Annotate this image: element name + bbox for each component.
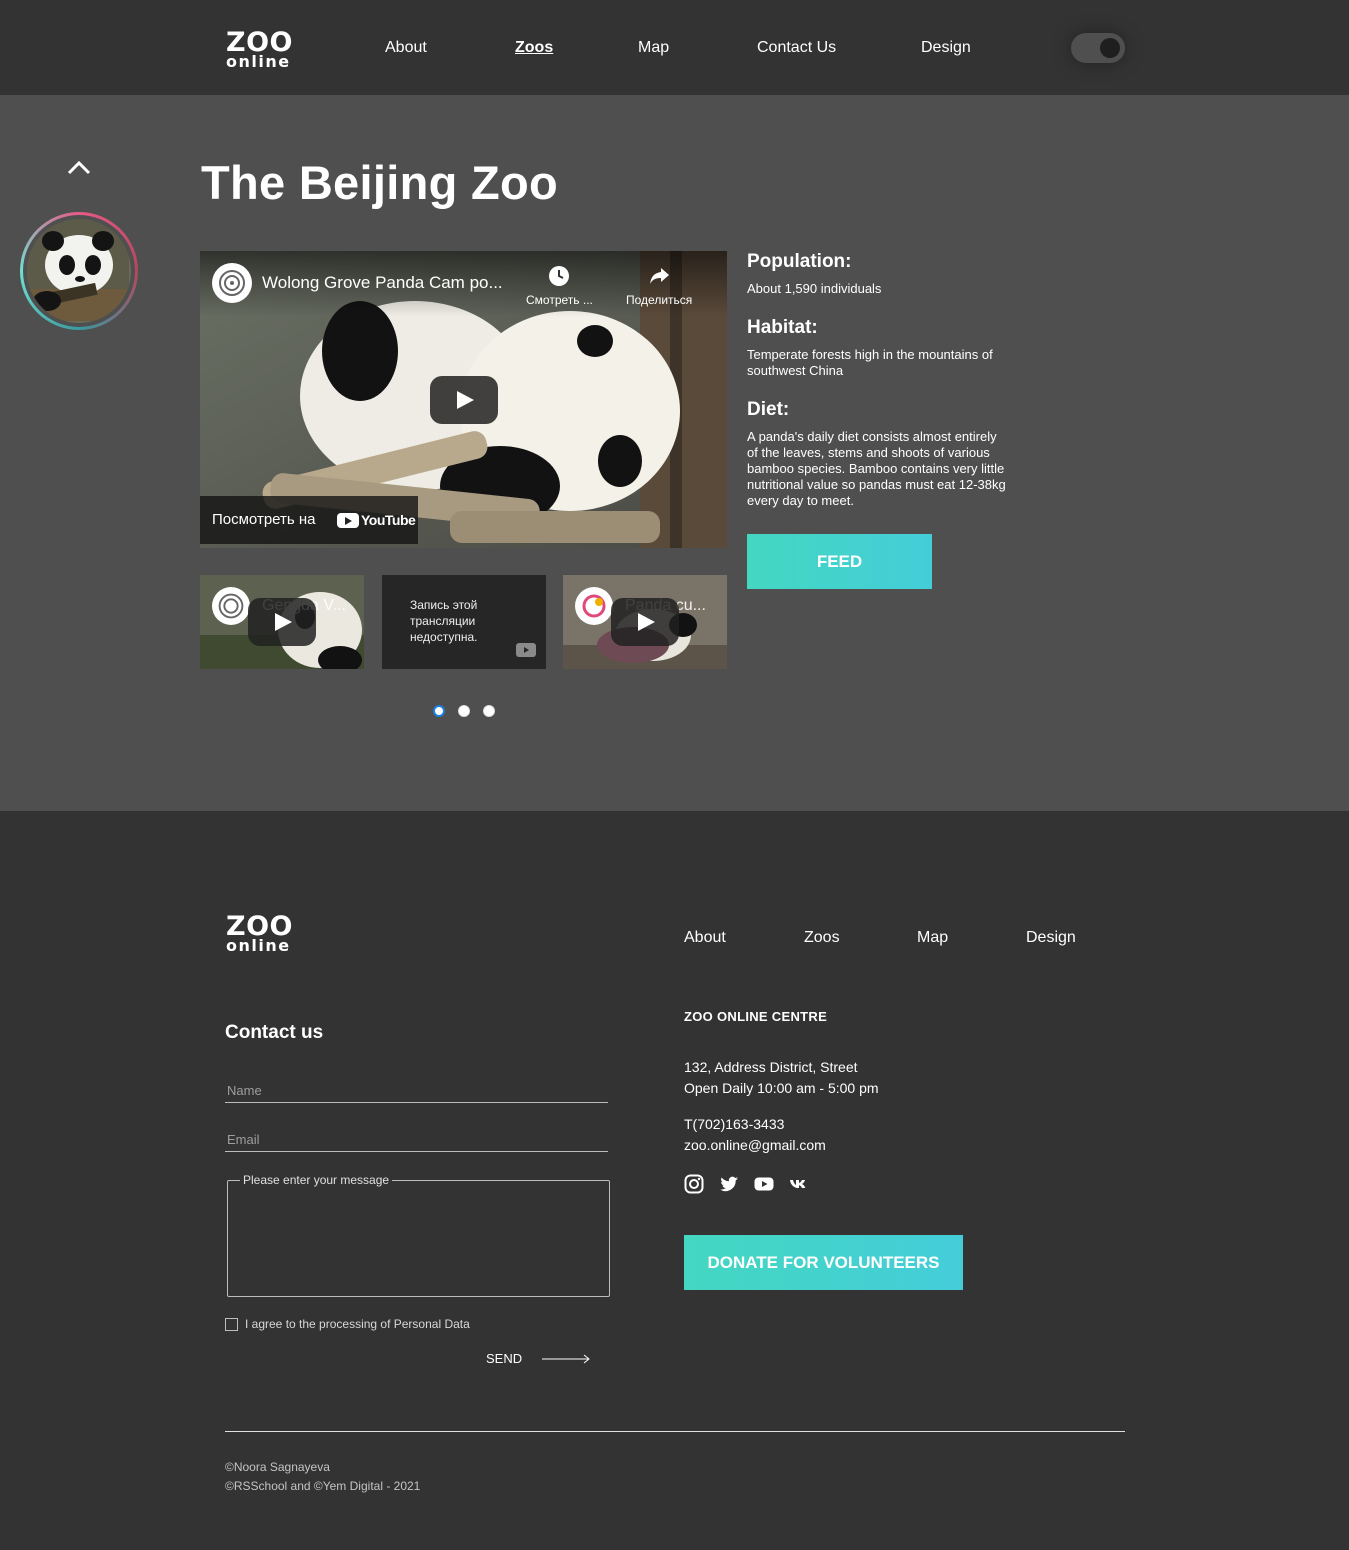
footer-divider <box>225 1431 1125 1432</box>
watch-on-youtube[interactable]: Посмотреть на YouTube <box>200 496 418 544</box>
youtube-small-icon <box>516 643 536 657</box>
copyright-author: ©Noora Sagnayeva <box>225 1460 330 1474</box>
footer-nav-about[interactable]: About <box>684 929 726 947</box>
agree-row: I agree to the processing of Personal Da… <box>225 1317 470 1331</box>
nav-design[interactable]: Design <box>921 39 971 57</box>
thumb-channel-avatar <box>575 587 613 625</box>
social-links <box>684 1174 809 1194</box>
send-label: SEND <box>486 1351 523 1366</box>
channel-avatar[interactable] <box>212 263 252 303</box>
share-label: Поделиться <box>626 293 693 307</box>
phone-text[interactable]: T(702)163-3433 <box>684 1114 784 1135</box>
panda-avatar-image <box>27 219 131 323</box>
thumb-channel-avatar <box>212 587 250 625</box>
video-thumb-3[interactable]: Panda cu... <box>563 575 727 669</box>
centre-title: ZOO ONLINE CENTRE <box>684 1009 828 1024</box>
scroll-up-icon[interactable] <box>67 157 91 177</box>
carousel-dot-1[interactable] <box>433 705 445 717</box>
address-text: 132, Address District, Street <box>684 1059 858 1075</box>
population-label: Population: <box>747 251 852 272</box>
feed-button[interactable]: FEED <box>747 534 932 589</box>
youtube-logo-icon: YouTube <box>337 512 416 528</box>
page-title: The Beijing Zoo <box>201 156 558 209</box>
watch-later-button[interactable]: Смотреть ... <box>526 265 593 307</box>
footer-nav-design[interactable]: Design <box>1026 929 1076 947</box>
message-textarea[interactable]: Please enter your message <box>227 1173 610 1297</box>
watch-on-label: Посмотреть на <box>212 511 316 528</box>
message-label: Please enter your message <box>240 1173 393 1187</box>
video-thumb-1[interactable]: Gengda V... <box>200 575 364 669</box>
video-title[interactable]: Wolong Grove Panda Cam po... <box>262 273 503 293</box>
carousel-dots <box>433 705 495 717</box>
play-button[interactable] <box>430 376 498 424</box>
copyright-school: ©RSSchool and ©Yem Digital - 2021 <box>225 1479 421 1493</box>
unavailable-message: Запись этой трансляции недоступна. <box>410 598 478 644</box>
video-thumb-2[interactable]: Запись этой трансляции недоступна. <box>382 575 546 669</box>
carousel-dot-2[interactable] <box>458 705 470 717</box>
instagram-icon[interactable] <box>684 1174 704 1194</box>
diet-label: Diet: <box>747 399 790 420</box>
email-field[interactable]: Email <box>225 1132 608 1152</box>
main-video-player[interactable]: Wolong Grove Panda Cam po... Смотреть ..… <box>200 251 727 548</box>
email-link[interactable]: zoo.online@gmail.com <box>684 1135 826 1156</box>
twitter-icon[interactable] <box>719 1174 739 1194</box>
site-header: ZOO online About Zoos Map Contact Us Des… <box>0 0 1349 95</box>
hours-text: Open Daily 10:00 am - 5:00 pm <box>684 1080 879 1096</box>
youtube-icon[interactable] <box>754 1174 774 1194</box>
contact-title: Contact us <box>225 1022 324 1043</box>
agree-label: I agree to the processing of Personal Da… <box>245 1317 470 1331</box>
arrow-right-icon <box>542 1354 590 1363</box>
habitat-label: Habitat: <box>747 317 818 338</box>
vk-icon[interactable] <box>789 1174 809 1194</box>
agree-checkbox[interactable] <box>225 1317 238 1331</box>
carousel-dot-3[interactable] <box>483 705 495 717</box>
population-value: About 1,590 individuals <box>747 281 882 296</box>
share-button[interactable]: Поделиться <box>626 265 692 307</box>
toggle-knob <box>1100 38 1120 58</box>
name-field[interactable]: Name <box>225 1083 608 1103</box>
header-logo[interactable]: ZOO online <box>226 29 293 70</box>
footer-nav-zoos[interactable]: Zoos <box>804 929 840 947</box>
diet-value: A panda's daily diet consists almost ent… <box>747 429 1006 508</box>
share-icon <box>650 268 670 284</box>
animal-avatar[interactable] <box>20 212 138 330</box>
theme-toggle[interactable] <box>1071 33 1125 63</box>
footer-logo[interactable]: ZOO online <box>226 913 293 954</box>
thumb-play-button[interactable] <box>611 598 679 646</box>
logo-line2: online <box>226 936 291 955</box>
logo-line2: online <box>226 52 291 71</box>
thumb-play-button[interactable] <box>248 598 316 646</box>
nav-about[interactable]: About <box>385 39 427 57</box>
nav-zoos[interactable]: Zoos <box>515 39 553 57</box>
donate-button[interactable]: DONATE FOR VOLUNTEERS <box>684 1235 963 1290</box>
send-button[interactable]: SEND <box>486 1351 590 1366</box>
animal-info: Population: About 1,590 individuals Habi… <box>747 251 1007 529</box>
zoo-main: The Beijing Zoo Wolong Grove Panda Cam p… <box>0 95 1349 811</box>
nav-contact-us[interactable]: Contact Us <box>757 39 836 57</box>
nav-map[interactable]: Map <box>638 39 669 57</box>
footer-nav-map[interactable]: Map <box>917 929 948 947</box>
watch-later-label: Смотреть ... <box>526 293 593 307</box>
habitat-value: Temperate forests high in the mountains … <box>747 347 993 378</box>
clock-icon <box>549 266 570 286</box>
